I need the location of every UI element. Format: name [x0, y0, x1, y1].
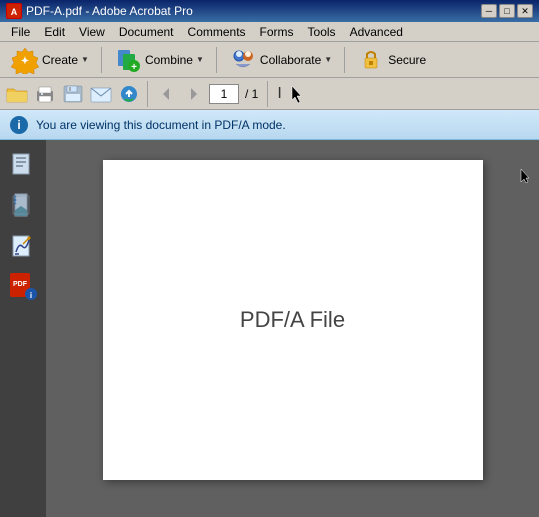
combine-button[interactable]: + Combine ▼	[107, 43, 211, 77]
print-icon	[34, 84, 56, 104]
info-icon: i	[10, 116, 28, 134]
separator-2	[216, 47, 217, 73]
collaborate-icon	[229, 46, 257, 74]
pages-panel-button[interactable]	[5, 148, 41, 184]
prev-page-button[interactable]	[153, 82, 179, 106]
cursor-tool-indicator: I	[273, 85, 285, 103]
collaborate-button[interactable]: Collaborate ▼	[222, 43, 339, 77]
save-icon	[62, 84, 84, 104]
create-label: Create	[42, 53, 78, 67]
menu-comments[interactable]: Comments	[181, 22, 253, 42]
nav-toolbar: / 1 I	[0, 78, 539, 110]
email-icon	[90, 84, 112, 104]
create-icon: ✦	[11, 46, 39, 74]
secure-button[interactable]: Secure	[350, 43, 433, 77]
pages-icon	[11, 152, 35, 180]
create-dropdown-arrow: ▼	[81, 55, 89, 64]
pdf-info-button[interactable]: PDF i	[5, 268, 41, 304]
svg-text:A: A	[11, 7, 18, 17]
menu-forms[interactable]: Forms	[253, 22, 301, 42]
folder-button[interactable]	[4, 82, 30, 106]
separator-5	[267, 81, 268, 107]
window-controls[interactable]: ─ □ ✕	[481, 4, 533, 18]
create-button[interactable]: ✦ Create ▼	[4, 43, 96, 77]
document-content: PDF/A File	[240, 307, 345, 333]
bookmarks-icon	[11, 192, 35, 220]
email-button[interactable]	[88, 82, 114, 106]
mouse-cursor	[519, 168, 531, 189]
minimize-button[interactable]: ─	[481, 4, 497, 18]
bookmarks-panel-button[interactable]	[5, 188, 41, 224]
prev-page-icon	[158, 86, 174, 102]
svg-text:✦: ✦	[21, 56, 29, 67]
left-sidebar: PDF i	[0, 140, 46, 517]
upload-button[interactable]	[116, 82, 142, 106]
menu-tools[interactable]: Tools	[301, 22, 343, 42]
secure-label: Secure	[388, 53, 426, 67]
folder-icon	[6, 84, 28, 104]
document-view[interactable]: PDF/A File	[46, 140, 539, 517]
document-page: PDF/A File	[103, 160, 483, 480]
svg-text:+: +	[131, 62, 137, 73]
title-bar: A PDF-A.pdf - Adobe Acrobat Pro ─ □ ✕	[0, 0, 539, 22]
collaborate-dropdown-arrow: ▼	[324, 55, 332, 64]
collaborate-label: Collaborate	[260, 53, 321, 67]
app-icon: A	[6, 3, 22, 19]
cursor-icon	[288, 84, 304, 104]
menu-edit[interactable]: Edit	[37, 22, 72, 42]
main-toolbar: ✦ Create ▼ + Combine ▼ Collaborate ▼	[0, 42, 539, 78]
menu-file[interactable]: File	[4, 22, 37, 42]
secure-icon	[357, 46, 385, 74]
print-button[interactable]	[32, 82, 58, 106]
pdf-badge-icon: PDF i	[9, 272, 37, 300]
menu-bar: File Edit View Document Comments Forms T…	[0, 22, 539, 42]
signatures-panel-button[interactable]	[5, 228, 41, 264]
page-total: / 1	[241, 87, 262, 101]
menu-advanced[interactable]: Advanced	[343, 22, 410, 42]
main-area: PDF i PDF/A File	[0, 140, 539, 517]
close-button[interactable]: ✕	[517, 4, 533, 18]
next-page-button[interactable]	[181, 82, 207, 106]
info-bar: i You are viewing this document in PDF/A…	[0, 110, 539, 140]
next-page-icon	[186, 86, 202, 102]
signatures-icon	[11, 232, 35, 260]
separator-1	[101, 47, 102, 73]
separator-4	[147, 81, 148, 107]
save-button[interactable]	[60, 82, 86, 106]
combine-icon: +	[114, 46, 142, 74]
svg-text:PDF: PDF	[13, 281, 28, 288]
upload-icon	[118, 84, 140, 104]
svg-text:i: i	[30, 291, 32, 300]
combine-dropdown-arrow: ▼	[196, 55, 204, 64]
menu-document[interactable]: Document	[112, 22, 181, 42]
maximize-button[interactable]: □	[499, 4, 515, 18]
info-message: You are viewing this document in PDF/A m…	[36, 118, 286, 132]
window-title: PDF-A.pdf - Adobe Acrobat Pro	[26, 4, 477, 18]
menu-view[interactable]: View	[72, 22, 112, 42]
separator-3	[344, 47, 345, 73]
page-number-input[interactable]	[209, 84, 239, 104]
combine-label: Combine	[145, 53, 193, 67]
